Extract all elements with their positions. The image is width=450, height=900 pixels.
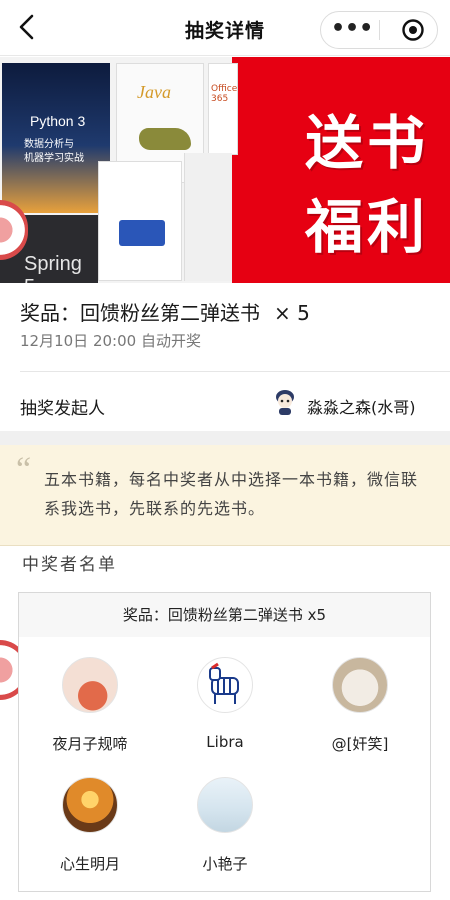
book-side-cover xyxy=(184,153,232,281)
book-python-cover: Python 3 数据分析与 机器学习实战 xyxy=(2,63,110,213)
nav-bar: 抽奖详情 ••• xyxy=(0,0,450,56)
prize-quantity: × 5 xyxy=(274,301,310,325)
draw-time: 12月10日 20:00 自动开奖 xyxy=(20,332,201,350)
zebra-avatar-icon xyxy=(209,662,239,704)
prize-title: 奖品：回馈粉丝第二弹送书 × 5 xyxy=(20,297,310,326)
winner-item[interactable]: @[奸笑] xyxy=(295,657,425,754)
book-collage: Python 3 数据分析与 机器学习实战 Java Office 365 Sp… xyxy=(0,57,238,283)
avatar xyxy=(197,777,253,833)
banner-slogan-line2: 福利 xyxy=(304,193,429,261)
banner-slogan-line1: 送书 xyxy=(304,109,429,177)
avatar xyxy=(332,657,388,713)
winner-name: 心生明月 xyxy=(59,855,120,873)
prize-label: 奖品：回馈粉丝第二弹送书 xyxy=(20,301,260,325)
winner-item[interactable]: 小艳子 xyxy=(160,777,290,874)
description-block: “ 五本书籍，每名中奖者从中选择一本书籍，微信联系我选书，先联系的先选书。 xyxy=(0,445,450,546)
book-spring-title: Spring 5 xyxy=(24,253,82,283)
book-python-subtitle-1: 数据分析与 xyxy=(24,139,74,150)
winner-list-title: 中奖者名单 xyxy=(22,555,117,575)
avatar xyxy=(62,657,118,713)
organizer-name[interactable]: 淼淼之森(水哥) xyxy=(307,394,416,418)
quote-mark-icon: “ xyxy=(16,451,32,488)
organizer-avatar[interactable] xyxy=(272,388,298,416)
book-misc-cover xyxy=(98,161,182,281)
close-miniprogram-icon[interactable] xyxy=(401,18,425,42)
book-office-title: Office 365 xyxy=(211,84,238,104)
winner-name: Libra xyxy=(206,733,244,751)
winner-item[interactable]: 心生明月 xyxy=(25,777,155,874)
winner-name: 夜月子规啼 xyxy=(52,735,128,753)
description-text: 五本书籍，每名中奖者从中选择一本书籍，微信联系我选书，先联系的先选书。 xyxy=(44,470,419,518)
organizer-label: 抽奖发起人 xyxy=(20,399,105,419)
divider xyxy=(20,371,450,372)
book-java-title: Java xyxy=(137,82,171,102)
winner-card: 奖品：回馈粉丝第二弹送书 x5 夜月子规啼 Libra @[奸笑] 心生明月 小… xyxy=(18,592,431,892)
more-options-icon[interactable]: ••• xyxy=(331,17,373,43)
banner-slogan: 送书 福利 xyxy=(292,101,442,269)
prize-banner-image: Python 3 数据分析与 机器学习实战 Java Office 365 Sp… xyxy=(0,57,450,283)
book-python-title: Python 3 xyxy=(30,113,86,129)
book-office-cover: Office 365 xyxy=(208,63,238,155)
book-misc-graphic xyxy=(119,220,165,246)
winner-item[interactable]: 夜月子规啼 xyxy=(25,657,155,754)
avatar xyxy=(62,777,118,833)
capsule-divider xyxy=(379,20,380,40)
winner-name: 小艳子 xyxy=(202,855,248,873)
tiger-illustration xyxy=(139,128,191,150)
winner-name: @[奸笑] xyxy=(331,735,389,753)
miniprogram-capsule: ••• xyxy=(320,11,438,49)
book-python-subtitle-2: 机器学习实战 xyxy=(24,153,84,164)
section-gap xyxy=(0,431,450,445)
winner-item[interactable]: Libra xyxy=(160,657,290,751)
winner-card-header: 奖品：回馈粉丝第二弹送书 x5 xyxy=(19,593,430,637)
avatar xyxy=(197,657,253,713)
